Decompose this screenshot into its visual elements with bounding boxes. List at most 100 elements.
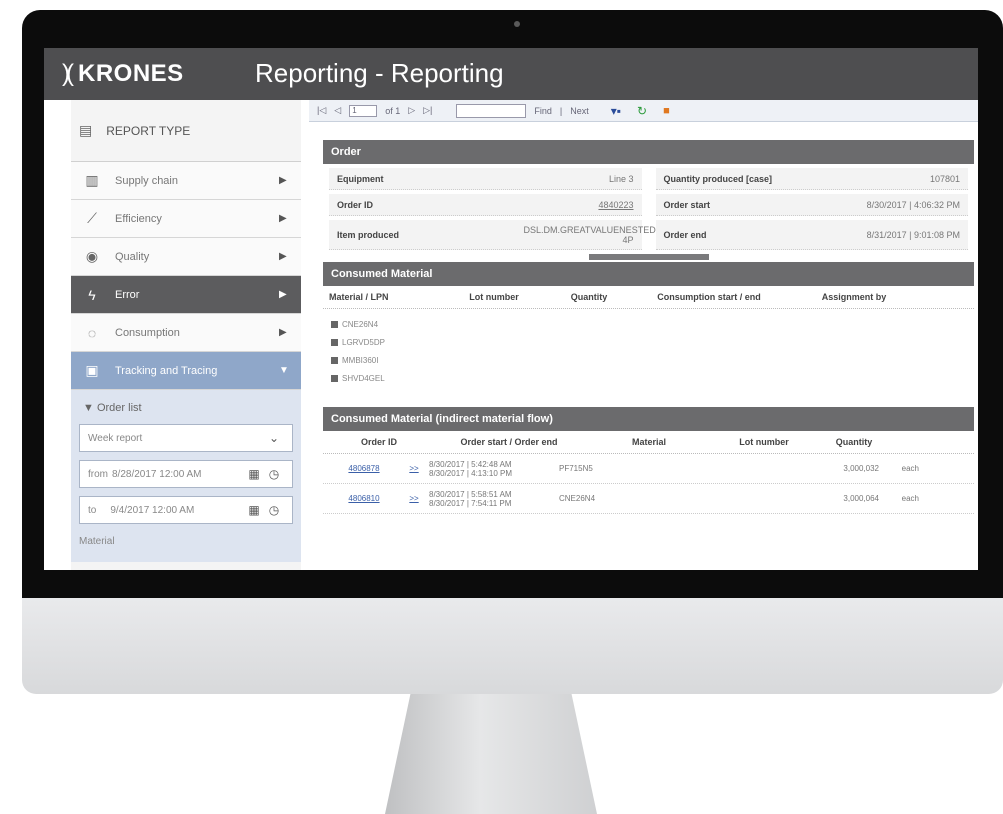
unit-cell: each [901,494,919,503]
order-start-row: Order start 8/30/2017 | 4:06:32 PM [655,194,968,216]
sidebar-item-supply-chain[interactable]: ▥ Supply chain ▶ [71,162,301,200]
unit-cell: each [901,464,919,473]
prev-page-button[interactable]: ◁ [334,105,341,116]
expand-link[interactable]: >> [399,464,429,473]
order-id-label: Order ID [337,199,374,210]
chevron-down-icon: ▼ [279,365,289,376]
column-header: Consumption start / end [657,292,761,302]
sidebar-item-label: Supply chain [115,174,178,187]
equipment-label: Equipment [337,173,384,184]
refresh-icon[interactable]: ↻ [637,104,647,118]
sidebar-item-label: Error [115,288,140,301]
clock-icon[interactable]: ◷ [264,467,284,481]
order-section: Order Equipment Line 3 Quantity produced… [323,140,974,260]
column-header: Quantity [835,437,873,447]
brand-name: KRONES [77,60,184,87]
camera-icon [514,21,520,27]
sidebar-item-label: Tracking and Tracing [115,364,218,377]
list-item[interactable]: CNE26N4 [331,315,966,333]
sidebar-item-consumption[interactable]: ◌ Consumption ▶ [71,314,301,352]
lpn-label: CNE26N4 [342,319,379,329]
start-date: 8/30/2017 | 5:42:48 AM [429,459,512,469]
report-type-label: REPORT TYPE [106,123,191,138]
from-date-field[interactable]: from 8/28/2017 12:00 AM ▦ ◷ [79,460,293,488]
quantity-cell: 3,000,064 [843,494,879,503]
order-id-link[interactable]: 4806878 [329,464,399,473]
list-item[interactable]: MMBI360I [331,351,966,369]
date-range: 8/30/2017 | 5:42:48 AM 8/30/2017 | 4:13:… [429,460,559,478]
find-input[interactable] [456,103,527,118]
list-item[interactable]: LGRVD5DP [331,333,966,351]
last-page-button[interactable]: ▷| [423,105,432,116]
from-date-value: 8/28/2017 12:00 AM [112,468,202,480]
report-viewer: |◁ ◁ 1 of 1 ▷ ▷| Find | Next ▾▪ ↻ ■ Orde… [309,100,978,570]
list-item[interactable]: SHVD4GEL [331,369,966,387]
bar-chart-icon: ▥ [85,172,99,188]
export-icon[interactable]: ■ [663,105,670,117]
material-cell: PF715N5 [559,464,593,473]
sidebar-item-label: Quality [115,250,150,263]
sidebar-item-efficiency[interactable]: ⟋ Efficiency ▶ [71,200,301,238]
order-list-toggle[interactable]: ▼ Order list [79,396,293,424]
chevron-right-icon: ▶ [279,327,287,338]
chevron-right-icon: ▶ [279,251,287,262]
calendar-icon[interactable]: ▦ [244,503,264,517]
save-icon[interactable]: ▾▪ [611,104,621,118]
app-header: )( KRONES Reporting - Reporting [44,48,978,100]
separator: | [559,105,563,116]
order-start-label: Order start [663,199,711,210]
order-id-link[interactable]: 4806810 [329,494,399,503]
order-end-label: Order end [663,229,707,240]
resize-grabber[interactable] [588,254,709,260]
next-find-button[interactable]: Next [570,106,589,116]
next-page-button[interactable]: ▷ [408,105,415,116]
quantity-row: Quantity produced [case] 107801 [655,168,968,190]
to-date-field[interactable]: to 9/4/2017 12:00 AM ▦ ◷ [79,496,293,524]
lpn-label: LGRVD5DP [342,337,385,347]
order-id-link[interactable]: 4840223 [598,200,633,210]
find-button[interactable]: Find [534,106,552,116]
end-date: 8/30/2017 | 7:54:11 PM [429,498,512,508]
monitor-chin [22,598,1003,694]
document-icon: ▣ [85,362,99,378]
indirect-columns: Order ID Order start / Order end Materia… [323,431,974,454]
plus-box-icon [331,320,338,328]
report-select[interactable]: Week report ⌄ [79,424,293,452]
end-date: 8/30/2017 | 4:13:10 PM [429,468,513,478]
page-number-input[interactable]: 1 [349,104,378,117]
expand-link[interactable]: >> [399,494,429,503]
equipment-value: Line 3 [608,173,634,184]
calendar-icon[interactable]: ▦ [244,467,264,481]
date-range: 8/30/2017 | 5:58:51 AM 8/30/2017 | 7:54:… [429,490,559,508]
sidebar-item-tracking[interactable]: ▣ Tracking and Tracing ▼ [71,352,301,390]
table-row: 4806810 >> 8/30/2017 | 5:58:51 AM 8/30/2… [323,484,974,514]
sidebar-item-error[interactable]: ϟ Error ▶ [71,276,301,314]
start-date: 8/30/2017 | 5:58:51 AM [429,489,512,499]
table-row: 4806878 >> 8/30/2017 | 5:42:48 AM 8/30/2… [323,454,974,484]
report-type-header: ▤ REPORT TYPE [71,100,301,162]
krones-logo: )( KRONES [62,60,184,88]
column-header: Material / LPN [329,292,389,302]
item-produced-value: DSL.DM.GREATVALUENESTED.2 4P [523,224,664,245]
caret-down-icon: ▼ [83,402,94,414]
first-page-button[interactable]: |◁ [317,105,326,116]
tracking-filter-panel: ▼ Order list Week report ⌄ from 8/28/201… [71,390,301,562]
consumed-material-section: Consumed Material Material / LPN Lot num… [323,262,974,393]
chevron-right-icon: ▶ [279,213,287,224]
to-date-value: 9/4/2017 12:00 AM [110,504,195,516]
sidebar-item-quality[interactable]: ◉ Quality ▶ [71,238,301,276]
lightning-icon: ϟ [88,286,96,303]
item-produced-label: Item produced [337,229,400,240]
column-header: Order ID [360,437,397,447]
column-header: Lot number [469,292,519,302]
lpn-label: SHVD4GEL [342,373,385,383]
chevron-right-icon: ▶ [279,175,287,186]
clock-icon[interactable]: ◷ [264,503,284,517]
quantity-value: 107801 [929,173,960,184]
column-header: Material [631,437,666,447]
sidebar-item-label: Consumption [115,326,180,339]
material-label: Material [79,536,115,547]
page-title: Reporting - Reporting [255,58,504,88]
indirect-material-header: Consumed Material (indirect material flo… [323,407,974,431]
order-list-label: Order list [96,402,142,414]
